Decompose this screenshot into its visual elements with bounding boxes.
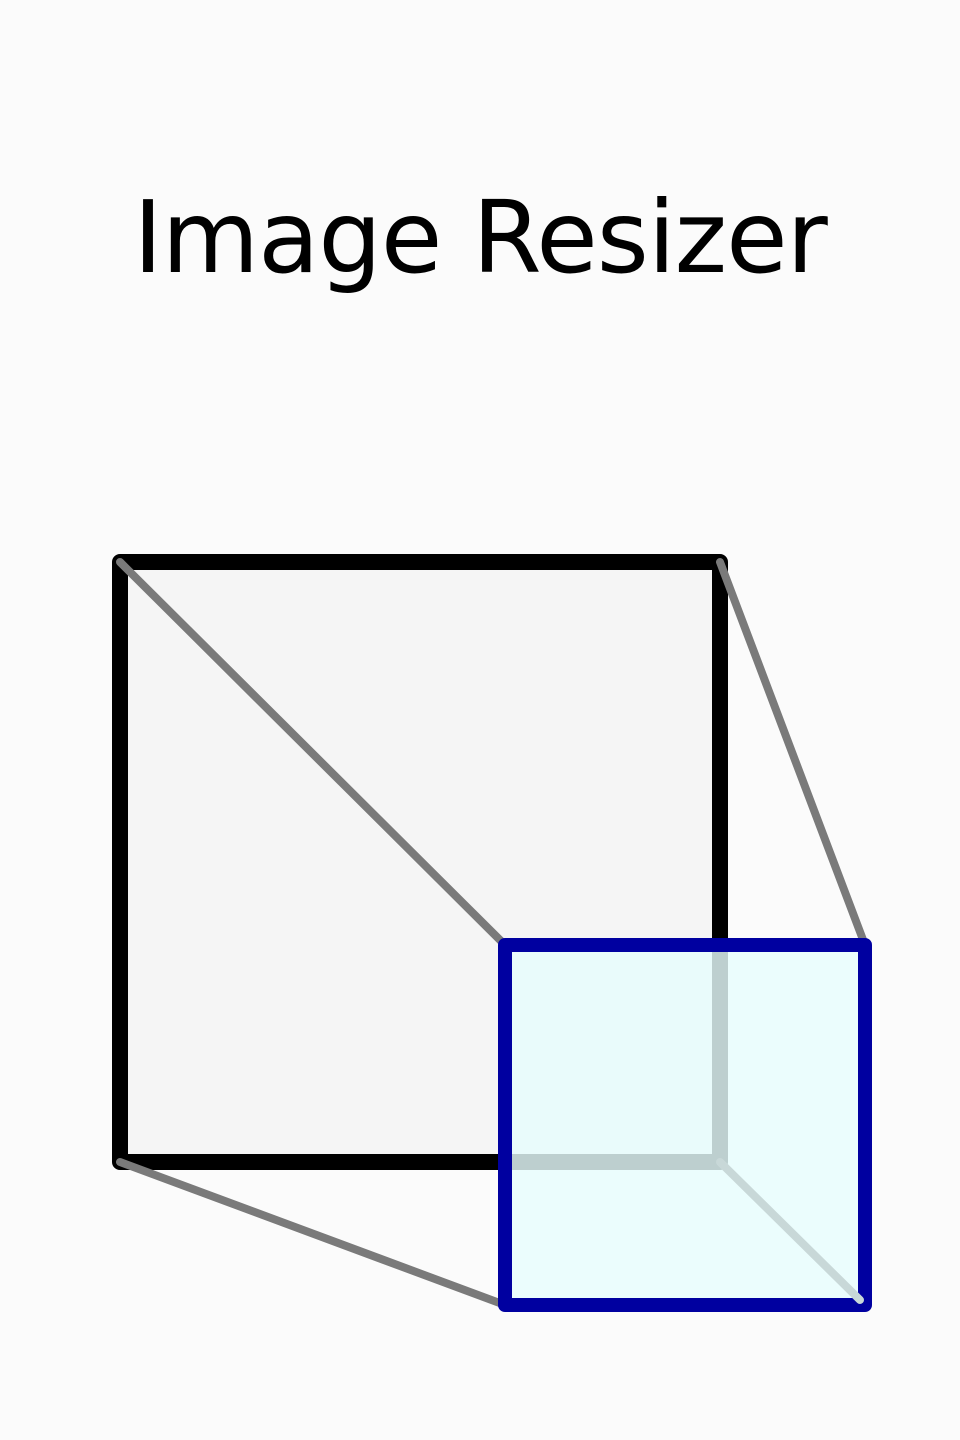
projection-line-bottom-left xyxy=(116,1158,509,1309)
resize-icon xyxy=(112,554,872,1312)
splash-screen: Image Resizer xyxy=(0,0,960,1440)
projection-line-top-right xyxy=(716,558,869,949)
